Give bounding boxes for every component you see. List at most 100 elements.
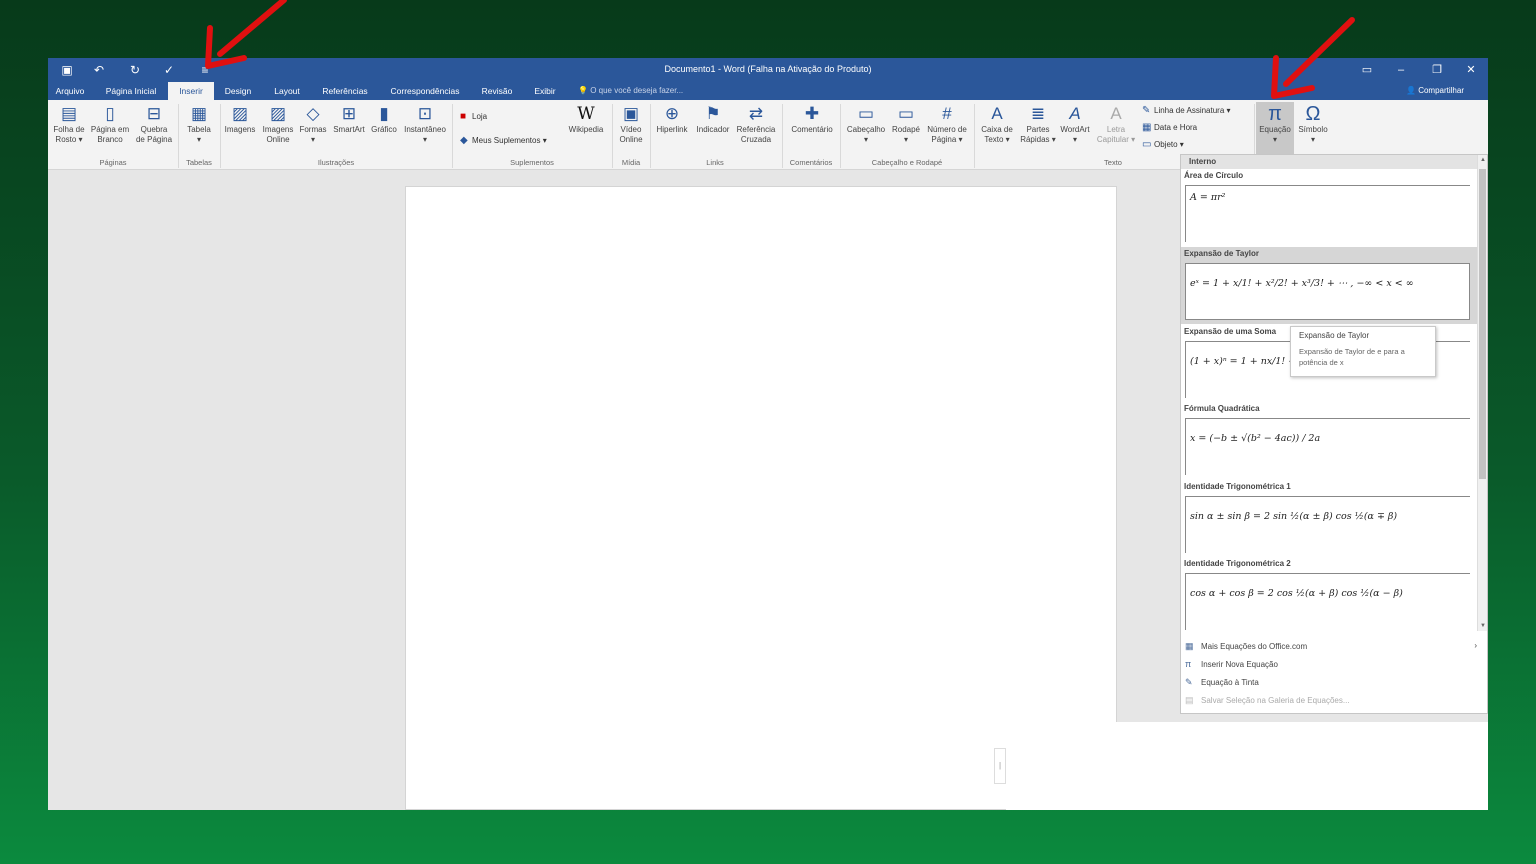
tab-layout[interactable]: Layout <box>268 82 306 100</box>
comentario-label: Comentário <box>791 125 833 134</box>
linha-assinatura-button[interactable]: ✎ Linha de Assinatura ▾ <box>1142 104 1231 118</box>
tab-arquivo[interactable]: Arquivo <box>50 82 90 100</box>
store-icon: ■ <box>460 111 467 122</box>
imagens-label: Imagens <box>224 125 256 134</box>
equation-preview: A = πr² <box>1185 185 1470 242</box>
wordart-icon: A <box>1069 104 1081 123</box>
submenu-arrow-icon: › <box>1474 641 1477 650</box>
wikipedia-button[interactable]: W Wikipedia <box>564 102 608 154</box>
quebra-pagina-button[interactable]: ⊟ Quebra de Página <box>134 102 174 154</box>
scroll-down-icon[interactable]: ▼ <box>1478 621 1488 631</box>
tab-revisao[interactable]: Revisão <box>476 82 518 100</box>
word-window: ▣ ↶ ↻ ✓ ≡ Documento1 - Word (Falha na At… <box>48 58 1488 810</box>
close-button[interactable]: ✕ <box>1458 61 1484 79</box>
header-icon: ▭ <box>857 104 875 123</box>
ribbon-display-icon[interactable]: ▭ <box>1354 61 1380 79</box>
equation-preview: eˣ = 1 + x/1! + x²/2! + x³/3! + ⋯ , −∞ <… <box>1185 263 1470 320</box>
wordart-button[interactable]: A WordArt ▾ <box>1056 102 1094 154</box>
tab-design[interactable]: Design <box>220 82 256 100</box>
bookmark-icon: ⚑ <box>705 104 721 123</box>
folha-rosto-button[interactable]: ▤ Folha de Rosto ▾ <box>50 102 88 154</box>
equacao-label: Equação ▾ <box>1259 125 1291 144</box>
comentario-button[interactable]: ✚ Comentário <box>786 102 838 154</box>
comment-icon: ✚ <box>804 104 820 123</box>
salvar-selecao-command: ▤ Salvar Seleção na Galeria de Equações..… <box>1185 693 1485 707</box>
hiperlink-button[interactable]: ⊕ Hiperlink <box>652 102 692 154</box>
simbolo-button[interactable]: Ω Símbolo ▾ <box>1294 102 1332 154</box>
equacao-button[interactable]: π Equação ▾ <box>1256 102 1294 156</box>
share-button[interactable]: 👤 Compartilhar <box>1406 82 1464 100</box>
group-suplementos: Suplementos <box>510 158 554 167</box>
cross-reference-icon: ⇄ <box>748 104 764 123</box>
tabela-button[interactable]: ▦ Tabela ▾ <box>182 102 216 154</box>
group-midia: Mídia <box>621 158 641 167</box>
rodape-button[interactable]: ▭ Rodapé ▾ <box>888 102 924 154</box>
numero-pagina-button[interactable]: # Número de Página ▾ <box>924 102 970 154</box>
cmd-label: Equação à Tinta <box>1201 678 1259 687</box>
meus-suplementos-button[interactable]: ◆ Meus Suplementos ▾ <box>460 134 547 148</box>
loja-button[interactable]: ■ Loja <box>460 110 487 124</box>
letra-capitular-button[interactable]: A Letra Capitular ▾ <box>1094 102 1138 154</box>
wikipedia-icon: W <box>577 104 595 124</box>
tooltip: Expansão de Taylor Expansão de Taylor de… <box>1290 326 1436 377</box>
blank-area <box>1006 722 1488 810</box>
cabecalho-button[interactable]: ▭ Cabeçalho ▾ <box>844 102 888 154</box>
ribbon-tabs: Arquivo Página Inicial Inserir Design La… <box>48 82 1488 100</box>
mais-equacoes-command[interactable]: ▦ Mais Equações do Office.com › <box>1185 639 1485 653</box>
tab-referencias[interactable]: Referências <box>318 82 372 100</box>
cmd-label: Inserir Nova Equação <box>1201 660 1278 669</box>
wikipedia-label: Wikipedia <box>568 125 604 134</box>
equation-formula-quadratica[interactable]: Fórmula Quadrática x = (−b ± √(b² − 4ac)… <box>1181 402 1477 479</box>
blank-page-icon: ▯ <box>105 104 115 123</box>
smartart-label: SmartArt <box>333 125 365 134</box>
chart-icon: ▮ <box>379 104 389 123</box>
tabela-label: Tabela ▾ <box>187 125 211 144</box>
scroll-thumb[interactable] <box>1479 169 1486 479</box>
pagina-branco-button[interactable]: ▯ Página em Branco <box>88 102 132 154</box>
scroll-marker: | <box>994 748 1006 784</box>
instantaneo-button[interactable]: ⊡ Instantâneo ▾ <box>400 102 450 154</box>
video-online-button[interactable]: ▣ Vídeo Online <box>614 102 648 154</box>
restore-button[interactable]: ❐ <box>1424 61 1450 79</box>
objeto-button[interactable]: ▭ Objeto ▾ <box>1142 138 1184 152</box>
smartart-button[interactable]: ⊞ SmartArt <box>330 102 368 154</box>
tell-me-search[interactable]: 💡 O que você deseja fazer... <box>578 82 683 100</box>
tab-inserir[interactable]: Inserir <box>168 82 214 100</box>
formas-button[interactable]: ◇ Formas ▾ <box>296 102 330 154</box>
scroll-up-icon[interactable]: ▲ <box>1478 155 1488 165</box>
partes-rapidas-button[interactable]: ≣ Partes Rápidas ▾ <box>1018 102 1058 154</box>
numero-label: Número de Página ▾ <box>927 125 967 144</box>
equacao-tinta-command[interactable]: ✎ Equação à Tinta <box>1185 675 1485 689</box>
quebra-pagina-label: Quebra de Página <box>135 125 173 144</box>
minimize-button[interactable]: – <box>1388 61 1414 79</box>
calendar-icon: ▦ <box>1142 122 1152 133</box>
signature-icon: ✎ <box>1142 105 1151 116</box>
gallery-scrollbar[interactable]: ▲ ▼ <box>1477 155 1487 631</box>
equation-identidade-trig-2[interactable]: Identidade Trigonométrica 2 cos α + cos … <box>1181 557 1477 634</box>
referencia-cruzada-button[interactable]: ⇄ Referência Cruzada <box>734 102 778 154</box>
drop-cap-icon: A <box>1110 104 1122 123</box>
imagens-button[interactable]: ▨ Imagens <box>222 102 258 154</box>
equation-expansao-taylor[interactable]: Expansão de Taylor eˣ = 1 + x/1! + x²/2!… <box>1181 247 1477 324</box>
instantaneo-label: Instantâneo ▾ <box>404 125 446 144</box>
table-icon: ▦ <box>190 104 208 123</box>
wordart-label: WordArt ▾ <box>1060 125 1090 144</box>
rodape-label: Rodapé ▾ <box>891 125 921 144</box>
indicador-button[interactable]: ⚑ Indicador <box>692 102 734 154</box>
document-page[interactable] <box>405 186 1117 810</box>
equation-area-circulo[interactable]: Área de Círculo A = πr² <box>1181 169 1477 246</box>
equation-identidade-trig-1[interactable]: Identidade Trigonométrica 1 sin α ± sin … <box>1181 480 1477 557</box>
tab-exibir[interactable]: Exibir <box>528 82 562 100</box>
grafico-button[interactable]: ▮ Gráfico <box>368 102 400 154</box>
text-box-icon: A <box>991 104 1003 123</box>
inserir-nova-equacao-command[interactable]: π Inserir Nova Equação <box>1185 657 1485 671</box>
tab-pagina-inicial[interactable]: Página Inicial <box>100 82 162 100</box>
data-hora-button[interactable]: ▦ Data e Hora <box>1142 121 1197 135</box>
caixa-texto-button[interactable]: A Caixa de Texto ▾ <box>978 102 1016 154</box>
simbolo-label: Símbolo ▾ <box>1298 125 1328 144</box>
grafico-label: Gráfico <box>371 125 397 134</box>
save-selection-icon: ▤ <box>1185 695 1194 705</box>
tab-correspondencias[interactable]: Correspondências <box>384 82 466 100</box>
imagens-online-button[interactable]: ▨ Imagens Online <box>258 102 298 154</box>
equation-title: Expansão de Taylor <box>1184 249 1259 258</box>
